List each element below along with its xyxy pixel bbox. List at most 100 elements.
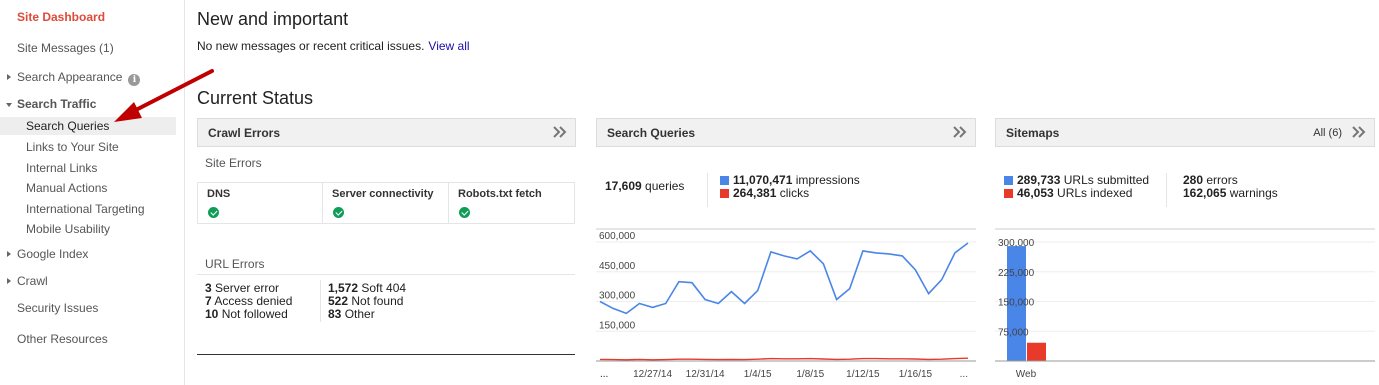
site-errors-table: DNS Server connectivity Robots.txt fetch (197, 182, 575, 224)
clicks-count: 264,381 (733, 186, 777, 200)
sidebar-item-internal-links[interactable]: Internal Links (0, 159, 176, 177)
site-error-label: DNS (207, 188, 231, 200)
panel-title: Search Queries (607, 126, 696, 140)
notice-text: No new messages or recent critical issue… (197, 39, 425, 53)
sidebar-item-google-index[interactable]: Google Index (0, 245, 176, 263)
sidebar-item-site-messages[interactable]: Site Messages (1) (0, 39, 176, 57)
sitemaps-bar-chart: 75,000 150,000 225,000 300,000 Web (995, 228, 1375, 380)
search-queries-header[interactable]: Search Queries (596, 118, 976, 147)
x-tick-label: ... (960, 369, 968, 380)
url-error-count: 10 (205, 307, 219, 321)
submitted-label: URLs submitted (1063, 173, 1150, 187)
sidebar-item-manual-actions[interactable]: Manual Actions (0, 179, 176, 197)
sidebar-item-security-issues[interactable]: Security Issues (0, 299, 176, 317)
sidebar-item-crawl[interactable]: Crawl (0, 272, 176, 290)
indexed-row: 46,053 URLs indexed (1004, 187, 1149, 200)
x-tick-label: Web (1016, 369, 1037, 380)
sidebar-item-mobile-usability[interactable]: Mobile Usability (0, 220, 176, 238)
bar-urls-indexed (1027, 342, 1046, 361)
x-tick-label: 1/12/15 (846, 369, 880, 380)
url-error-row[interactable]: 10 Not followed (205, 308, 292, 321)
series-line-clicks (599, 357, 969, 361)
url-errors-right-column: 1,572 Soft 404 522 Not found 83 Other (328, 282, 406, 321)
queries-label: queries (645, 179, 685, 193)
crawl-errors-header[interactable]: Crawl Errors (197, 118, 576, 147)
clicks-legend-swatch (720, 189, 729, 198)
url-error-row[interactable]: 83 Other (328, 308, 406, 321)
sidebar-item-site-dashboard[interactable]: Site Dashboard (0, 8, 176, 26)
site-error-robots-txt[interactable]: Robots.txt fetch (449, 183, 574, 223)
url-error-count: 1,572 (328, 281, 359, 295)
x-tick-label: ... (600, 369, 608, 380)
x-tick-label: 12/27/14 (633, 369, 672, 380)
y-tick-label: 150,000 (599, 320, 636, 331)
view-all-link[interactable]: View all (428, 39, 469, 53)
sidebar-item-other-resources[interactable]: Other Resources (0, 330, 176, 348)
warnings-row: 162,065 warnings (1183, 187, 1278, 200)
indexed-label: URLs indexed (1057, 186, 1133, 200)
search-queries-line-chart: 150,000 300,000 450,000 600,000... 12/27/14 1… (596, 228, 976, 380)
double-chevron-right-icon[interactable] (552, 125, 568, 139)
collapse-triangle-icon (6, 103, 12, 107)
y-tick-label: 450,000 (599, 261, 636, 272)
x-tick-label: 1/8/15 (796, 369, 824, 380)
site-error-label: Robots.txt fetch (458, 188, 542, 200)
url-error-type: Server error (215, 281, 280, 295)
divider (320, 280, 321, 322)
sitemaps-header[interactable]: Sitemaps All (6) (995, 118, 1375, 147)
warnings-count: 162,065 (1183, 186, 1227, 200)
search-queries-panel: Search Queries 17,609 queries 11,070,471… (596, 118, 976, 385)
errors-label: errors (1206, 173, 1238, 187)
site-error-dns[interactable]: DNS (198, 183, 323, 223)
double-chevron-right-icon[interactable] (1351, 125, 1367, 139)
url-error-type: Not followed (221, 307, 288, 321)
y-tick-label: 75,000 (998, 327, 1029, 338)
site-error-server-connectivity[interactable]: Server connectivity (323, 183, 449, 223)
messages-notice: No new messages or recent critical issue… (197, 39, 470, 53)
sitemaps-panel: Sitemaps All (6) 289,733 URLs submitted … (995, 118, 1375, 385)
x-tick-label: 1/4/15 (744, 369, 772, 380)
url-errors-label: URL Errors (205, 257, 265, 271)
check-circle-icon (459, 207, 470, 218)
y-tick-label: 150,000 (998, 298, 1035, 309)
crawl-errors-panel: Crawl Errors Site Errors DNS Server conn… (197, 118, 576, 385)
divider (1166, 173, 1167, 207)
url-error-count: 522 (328, 294, 349, 308)
sitemap-urls-stat: 289,733 URLs submitted 46,053 URLs index… (1004, 174, 1149, 200)
y-tick-label: 300,000 (998, 238, 1035, 249)
url-error-count: 83 (328, 307, 342, 321)
queries-stat: 17,609 queries (605, 180, 684, 193)
current-status-heading: Current Status (197, 88, 314, 108)
double-chevron-right-icon[interactable] (952, 125, 968, 139)
indexed-legend-swatch (1004, 189, 1013, 198)
url-error-type: Access denied (214, 294, 293, 308)
url-errors-left-column: 3 Server error 7 Access denied 10 Not fo… (205, 282, 292, 321)
expand-triangle-icon (7, 251, 11, 257)
sidebar-nav: Site Dashboard Site Messages (1) Search … (0, 0, 185, 385)
expand-triangle-icon (7, 278, 11, 284)
y-tick-label: 300,000 (599, 291, 636, 302)
sitemaps-all-count[interactable]: All (6) (1313, 127, 1342, 139)
errors-count: 280 (1183, 173, 1204, 187)
sidebar-item-label: Google Index (17, 247, 89, 261)
divider (707, 173, 708, 207)
sidebar-item-international-targeting[interactable]: International Targeting (0, 200, 176, 218)
impressions-clicks-stat: 11,070,471 impressions 264,381 clicks (720, 174, 860, 200)
url-error-type: Other (344, 307, 375, 321)
submitted-count: 289,733 (1017, 173, 1061, 187)
warnings-label: warnings (1229, 186, 1278, 200)
url-error-count: 7 (205, 294, 212, 308)
impressions-count: 11,070,471 (733, 173, 793, 187)
submitted-legend-swatch (1004, 176, 1013, 185)
clicks-row: 264,381 clicks (720, 187, 860, 200)
sidebar-item-label: Crawl (17, 274, 48, 288)
sidebar-item-links-to-your-site[interactable]: Links to Your Site (0, 138, 176, 156)
panel-title: Sitemaps (1006, 126, 1060, 140)
sidebar-item-label: Search Traffic (17, 97, 97, 111)
check-circle-icon (333, 207, 344, 218)
x-tick-label: 1/16/15 (899, 369, 933, 380)
expand-triangle-icon (7, 74, 11, 80)
clicks-label: clicks (779, 186, 810, 200)
panel-title: Crawl Errors (208, 126, 281, 140)
site-errors-label: Site Errors (205, 156, 262, 170)
